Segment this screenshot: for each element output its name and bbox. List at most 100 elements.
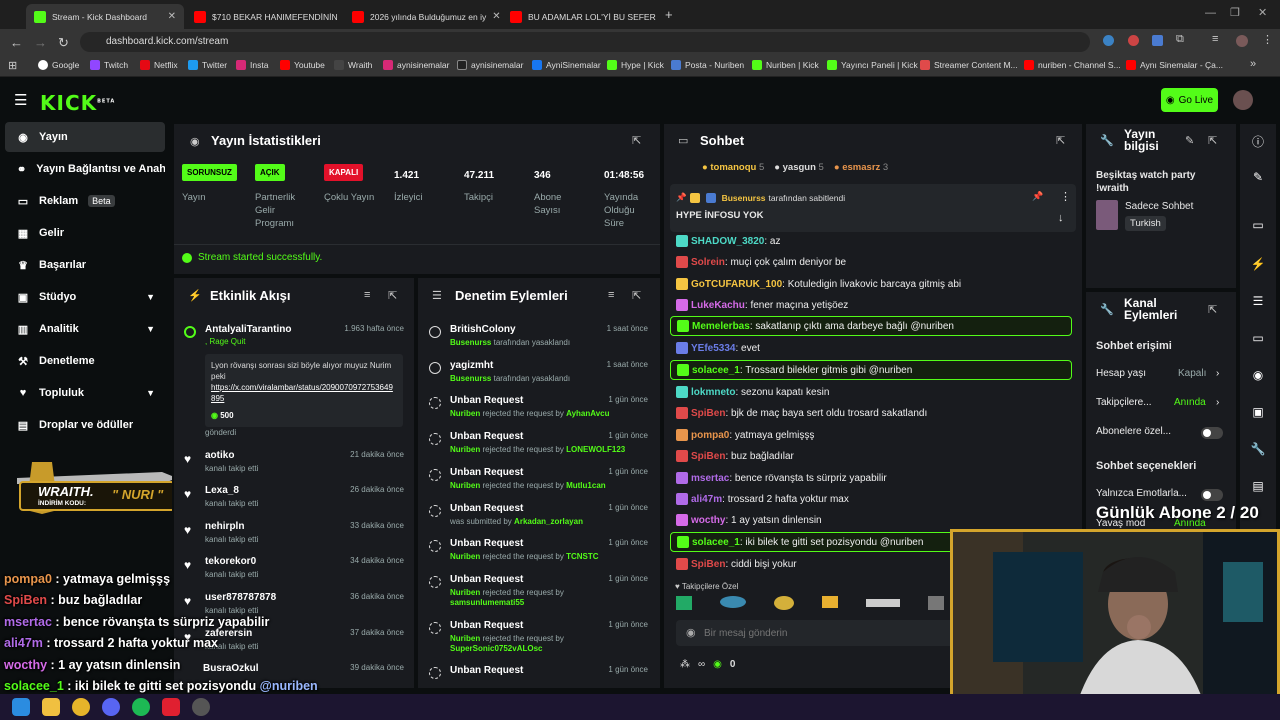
chat-username[interactable]: Memelerbas [692,321,750,332]
bookmark-item[interactable]: Youtube [280,60,325,70]
chat-username[interactable]: ali47m [691,494,722,505]
maximize-icon[interactable]: ❐ [1230,6,1240,19]
chat-message[interactable]: Solrein: muçi çok çalım deniyor be [670,252,1072,272]
emote-icon[interactable] [720,596,746,608]
users-icon[interactable]: ⁂ [680,659,690,670]
top-gifter[interactable]: ● esmasrz 3 [834,162,888,173]
media-control-icon[interactable]: ≡ [1212,33,1218,45]
chat-message[interactable]: lokmneto: sezonu kapatı kesin [670,382,1072,402]
sidebar-item-gelir[interactable]: ▦ Gelir [5,218,165,248]
chat-bubble-icon[interactable]: ▭ [1243,323,1273,353]
chat-message[interactable]: wocthy: 1 ay yatsın dinlensin [670,510,1072,530]
bookmark-item[interactable]: aynisinemalar [383,60,449,70]
chat-username[interactable]: msertac [691,473,729,484]
chat-username[interactable]: YEfe5334 [691,343,735,354]
reload-icon[interactable]: ↻ [58,35,69,51]
popout-icon[interactable]: ⇱ [1208,303,1217,316]
chat-username[interactable]: wocthy [691,515,725,526]
emote-icon[interactable] [866,599,900,607]
extension-icon[interactable] [1103,35,1114,46]
go-live-button[interactable]: ◉ Go Live [1161,88,1218,112]
broadcast-icon[interactable]: ◉ [1243,360,1273,390]
emote-icon[interactable] [676,596,692,610]
chat-username[interactable]: solacee_1 [692,365,740,376]
emote-icon[interactable] [774,596,794,610]
chat-message[interactable]: GoTCUFARUK_100: Kotuledigin livakovic ba… [670,274,1072,294]
new-tab-plus-icon[interactable]: + [665,7,673,22]
apps-grid-icon[interactable]: ⊞ [8,59,17,72]
popout-icon[interactable]: ⇱ [632,134,641,147]
setting-account-age[interactable]: Hesap yaşı Kapalı › [1096,368,1226,379]
sidebar-item-yayin[interactable]: ◉ Yayın [5,122,165,152]
file-explorer-icon[interactable] [42,698,60,716]
tab-youtube-3[interactable]: BU ADAMLAR LOL'Yİ BU SEFER ✕ [502,4,658,29]
bookmark-item[interactable]: aynisinemalar [457,60,523,70]
emote-icon[interactable] [928,596,944,610]
list-icon[interactable]: ☰ [1243,286,1273,316]
emotes-only-toggle[interactable] [1201,489,1223,501]
wrench-icon[interactable]: 🔧 [1243,434,1273,464]
bookmark-item[interactable]: Insta [236,60,268,70]
chat-message[interactable]: SpiBen: bjk de maç baya sert oldu trosar… [670,403,1072,423]
minimize-icon[interactable]: — [1205,7,1216,19]
sidebar-item-analitik[interactable]: ▥ Analitik ▼ [5,314,165,344]
extensions-puzzle-icon[interactable]: ⧉ [1176,33,1184,46]
chat-message[interactable]: SpiBen: buz bağladılar [670,446,1072,466]
info-icon[interactable]: ⓘ [1243,126,1273,156]
more-bookmarks-icon[interactable]: » [1250,58,1256,70]
close-icon[interactable]: ✕ [168,11,176,22]
spotify-icon[interactable] [132,698,150,716]
windows-start-icon[interactable] [12,698,30,716]
profile-avatar[interactable] [1236,35,1248,47]
tab-youtube-2[interactable]: 2026 yılında Bulduğumuz en iy ✕ [344,4,500,29]
chat-message[interactable]: solacee_1: Trossard bilekler gitmis gibi… [670,360,1072,380]
unpin-icon[interactable]: 📌 [1032,191,1043,202]
kick-logo[interactable]: KICKBETA [40,91,115,115]
chat-username[interactable]: SpiBen [691,408,725,419]
sidebar-item-denetleme[interactable]: ⚒ Denetleme [5,346,165,376]
sidebar-item-stream-key[interactable]: ⚭ Yayın Bağlantısı ve Anahtar [5,154,165,184]
popout-icon[interactable]: ⇱ [388,289,397,302]
bookmark-item[interactable]: Streamer Content M... [920,60,1018,70]
bookmark-item[interactable]: nuriben - Channel S... [1024,60,1121,70]
hamburger-menu-icon[interactable]: ☰ [14,91,27,109]
chat-message[interactable]: LukeKachu: fener maçına yetişöez [670,295,1072,315]
chat-username[interactable]: SHADOW_3820 [691,236,764,247]
chat-username[interactable]: pompa0 [691,430,729,441]
chat-username[interactable]: SpiBen [691,559,725,570]
chat-message[interactable]: YEfe5334: evet [670,338,1072,358]
chat-username[interactable]: SpiBen [691,451,725,462]
avatar[interactable] [1233,90,1253,110]
more-options-icon[interactable]: ⋮ [1060,190,1071,203]
chrome-icon[interactable] [72,698,90,716]
chat-message[interactable]: Memelerbas: sakatlanıp çıktı ama darbeye… [670,316,1072,336]
url-input[interactable]: dashboard.kick.com/stream [80,32,1090,52]
window-close-icon[interactable]: ✕ [1258,6,1267,19]
shield-extension-icon[interactable] [1152,35,1163,46]
tab-youtube-1[interactable]: $710 BEKAR HANIMEFENDİNİN ✕ [186,4,342,29]
gift-icon[interactable]: ▤ [1243,471,1273,501]
sidebar-item-topluluk[interactable]: ♥ Topluluk ▼ [5,378,165,408]
back-arrow-icon[interactable]: ← [10,35,23,50]
app-icon[interactable] [162,698,180,716]
chat-message[interactable]: msertac: bence rövanşta ts sürpriz yapab… [670,468,1072,488]
bookmark-item[interactable]: AyniSinemalar [532,60,601,70]
setting-followers-only[interactable]: Takipçilere... Anında › [1096,397,1226,408]
sidebar-item-droplar[interactable]: ▤ Droplar ve ödüller [5,410,165,440]
bookmark-item[interactable]: Wraith [334,60,372,70]
chat-message-input[interactable] [704,624,964,642]
browser-menu-icon[interactable]: ⋮ [1262,33,1273,46]
chat-message[interactable]: SHADOW_3820: az [670,231,1072,251]
top-gifter[interactable]: ● yasgun 5 [774,162,824,173]
chat-message[interactable]: pompa0: yatmaya gelmişşş [670,425,1072,445]
bookmark-item[interactable]: Twitch [90,60,128,70]
extension-icon[interactable] [1128,35,1139,46]
edit-pencil-icon[interactable]: ✎ [1185,134,1194,147]
layout-icon[interactable]: ▭ [1243,210,1273,240]
chat-username[interactable]: GoTCUFARUK_100 [691,279,782,290]
chat-username[interactable]: lokmneto [691,387,735,398]
popout-icon[interactable]: ⇱ [1056,134,1065,147]
edit-pencil-icon[interactable]: ✎ [1243,162,1273,192]
lightning-icon[interactable]: ⚡ [1243,249,1273,279]
bookmark-item[interactable]: Nuriben | Kick [752,60,819,70]
